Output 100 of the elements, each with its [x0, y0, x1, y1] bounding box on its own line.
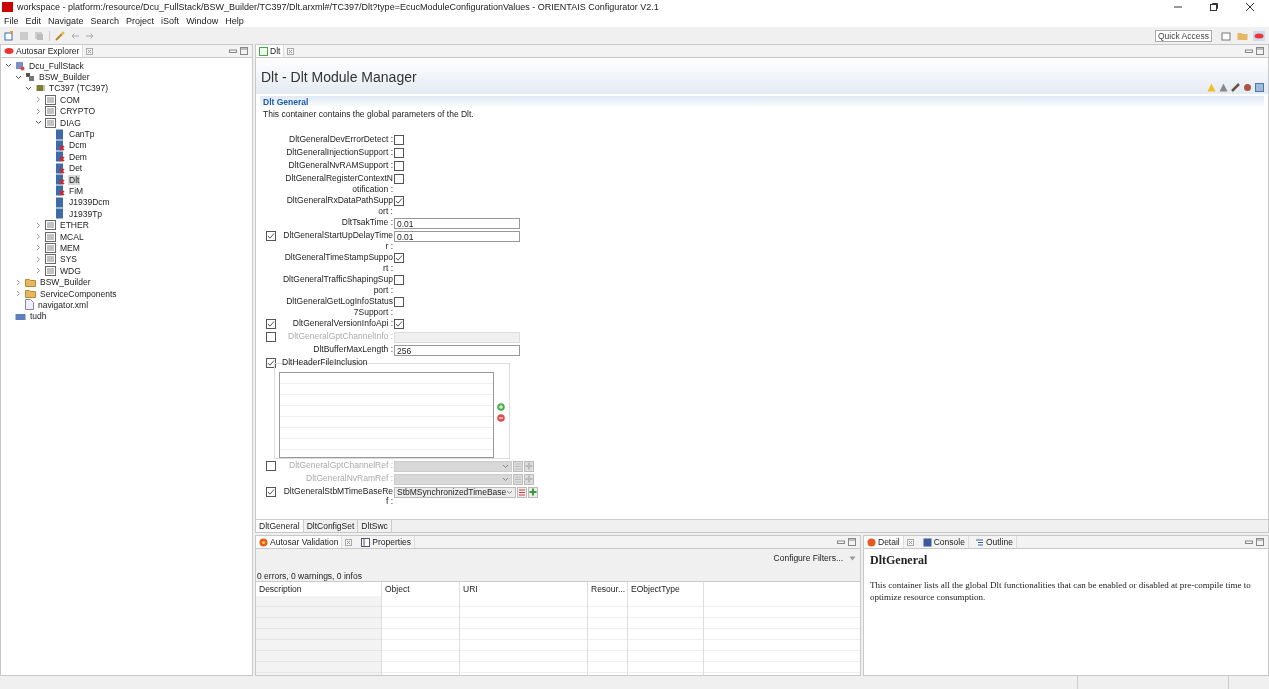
text-field[interactable]: 0.01	[394, 218, 520, 229]
menu-item[interactable]: File	[4, 15, 19, 26]
menu-item[interactable]: Search	[90, 15, 120, 26]
maximize-icon[interactable]	[848, 538, 856, 546]
expand-icon[interactable]	[35, 267, 42, 275]
remove-icon[interactable]	[497, 414, 505, 422]
page-tab[interactable]: DltGeneral	[256, 520, 304, 532]
maximize-icon[interactable]	[240, 47, 248, 55]
checkbox[interactable]	[394, 196, 404, 206]
enable-checkbox[interactable]	[266, 486, 276, 497]
list-button[interactable]	[517, 486, 528, 498]
restore-icon[interactable]	[1209, 2, 1219, 12]
tree-item[interactable]: MEM	[59, 242, 81, 253]
menu-item[interactable]: Window	[186, 15, 219, 26]
menu-item[interactable]: iSoft	[161, 15, 180, 26]
enable-checkbox[interactable]	[266, 460, 276, 471]
expand-icon[interactable]	[15, 290, 22, 297]
enable-checkbox[interactable]	[266, 319, 276, 329]
tree-item[interactable]: SYS	[59, 254, 78, 265]
tree-item[interactable]: DIAG	[59, 117, 82, 128]
add-icon[interactable]	[497, 403, 505, 411]
add-button[interactable]	[528, 486, 539, 498]
page-tab[interactable]: DltConfigSet	[303, 520, 359, 532]
collapse-icon[interactable]	[15, 73, 22, 81]
expand-icon[interactable]	[35, 244, 42, 252]
text-field[interactable]: 0.01	[394, 231, 520, 242]
checkbox[interactable]	[394, 319, 404, 329]
minimize-icon[interactable]	[229, 48, 237, 54]
expand-icon[interactable]	[35, 221, 42, 229]
wand-icon[interactable]	[55, 30, 65, 41]
collapse-icon[interactable]	[35, 119, 42, 127]
expand-icon[interactable]	[15, 278, 22, 286]
configure-filters-button[interactable]: Configure Filters...	[771, 552, 845, 564]
tree-item[interactable]: Det	[68, 163, 84, 174]
tree-item[interactable]: TC397 (TC397)	[48, 83, 110, 94]
view-tab[interactable]: Autosar Validation	[256, 536, 343, 548]
tree-item[interactable]: CRYPTO	[59, 106, 97, 117]
folder-icon[interactable]	[1237, 30, 1248, 41]
tree-item[interactable]: J1939Dcm	[68, 197, 111, 208]
tree-item[interactable]: MCAL	[59, 231, 85, 242]
triangle-icon[interactable]	[1219, 83, 1228, 92]
list-button[interactable]	[513, 460, 523, 472]
view-tab[interactable]: Properties	[358, 536, 416, 548]
tool-icon[interactable]	[1231, 83, 1240, 92]
expand-icon[interactable]	[35, 107, 42, 115]
enable-checkbox[interactable]	[266, 231, 276, 241]
collapse-icon[interactable]	[25, 84, 32, 92]
maximize-icon[interactable]	[1256, 538, 1264, 546]
editor-tab[interactable]: Dlt	[256, 45, 285, 57]
expand-icon[interactable]	[35, 255, 42, 263]
tree-item[interactable]: Dcm	[68, 140, 88, 151]
reference-dropdown[interactable]	[394, 473, 512, 485]
tree-item[interactable]: ServiceComponents	[39, 288, 118, 299]
enable-checkbox[interactable]	[266, 332, 276, 342]
minimize-icon[interactable]	[1245, 48, 1253, 54]
page-icon[interactable]	[1255, 83, 1264, 92]
checkbox[interactable]	[394, 148, 404, 158]
tree-item[interactable]: tudh	[29, 311, 48, 322]
tree-item[interactable]: Dem	[68, 151, 88, 162]
new-icon[interactable]	[4, 30, 14, 41]
menu-item[interactable]: Edit	[25, 15, 42, 26]
menu-icon[interactable]	[849, 555, 856, 561]
view-tab[interactable]: Outline	[971, 536, 1017, 548]
close-icon[interactable]	[1245, 2, 1255, 12]
view-tab[interactable]: Console	[919, 536, 969, 548]
tree-item[interactable]: COM	[59, 94, 81, 105]
checkbox[interactable]	[394, 275, 404, 285]
tree-item[interactable]: Dlt	[68, 174, 81, 185]
checkbox[interactable]	[394, 253, 404, 263]
tree-item[interactable]: navigator.xml	[37, 299, 90, 310]
tree-item[interactable]: ETHER	[59, 220, 90, 231]
save-all-icon[interactable]	[34, 30, 44, 41]
tree-item[interactable]: WDG	[59, 265, 82, 276]
collapse-icon[interactable]	[5, 62, 12, 70]
expand-icon[interactable]	[35, 233, 42, 241]
explorer-tab[interactable]: Autosar Explorer	[1, 45, 84, 57]
menu-item[interactable]: Navigate	[48, 15, 84, 26]
list-button[interactable]	[513, 473, 523, 485]
tree-item[interactable]: Dcu_FullStack	[28, 60, 85, 71]
minimize-icon[interactable]	[837, 539, 845, 545]
tree-item[interactable]: BSW_Builder	[39, 277, 92, 288]
tree-item[interactable]: FiM	[68, 186, 85, 196]
expand-icon[interactable]	[35, 96, 42, 104]
add-button[interactable]	[524, 460, 534, 472]
minimize-icon[interactable]	[1245, 539, 1253, 545]
maximize-icon[interactable]	[1256, 47, 1264, 55]
tree-item[interactable]: J1939Tp	[68, 208, 104, 219]
view-tab[interactable]: Detail	[864, 536, 904, 548]
reference-dropdown[interactable]: StbMSynchronizedTimeBase	[394, 486, 517, 498]
checkbox[interactable]	[394, 135, 404, 145]
tree-item[interactable]: CanTp	[68, 129, 96, 140]
reference-dropdown[interactable]	[394, 460, 512, 472]
page-tab[interactable]: DltSwc	[358, 520, 392, 532]
tree-item[interactable]: BSW_Builder	[38, 72, 91, 83]
menu-item[interactable]: Project	[126, 15, 155, 26]
enable-checkbox[interactable]	[266, 358, 276, 368]
checkbox[interactable]	[394, 174, 404, 184]
checkbox[interactable]	[394, 161, 404, 171]
text-field[interactable]: 256	[394, 345, 520, 356]
add-button[interactable]	[524, 473, 534, 485]
